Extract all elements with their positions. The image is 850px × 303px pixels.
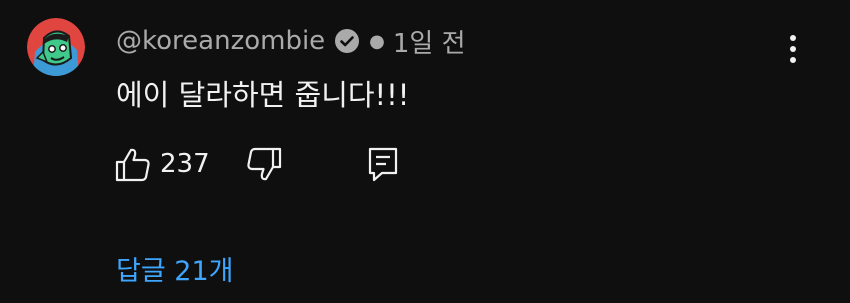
- view-replies-link[interactable]: 답글 21개: [116, 249, 233, 288]
- like-button[interactable]: 237: [114, 145, 214, 183]
- separator-dot: ●: [369, 30, 385, 52]
- comment-reply-icon: [368, 147, 398, 182]
- avatar[interactable]: [27, 18, 85, 76]
- more-vertical-icon: [790, 35, 796, 63]
- comment-text: 에이 달라하면 줍니다!!!: [116, 78, 410, 112]
- reply-button[interactable]: [366, 145, 402, 183]
- thumbs-up-icon: [115, 148, 150, 182]
- author-name[interactable]: @koreanzombie: [116, 26, 325, 56]
- comment-item: @koreanzombie ● 1일 전 에이 달라하면 줍니다!!! 237: [0, 0, 850, 303]
- dislike-button[interactable]: [245, 145, 285, 183]
- thumbs-down-icon: [247, 147, 282, 181]
- verified-check-icon: [334, 28, 360, 54]
- comment-header: @koreanzombie ● 1일 전: [116, 24, 466, 59]
- comment-time: 1일 전: [392, 28, 466, 59]
- like-count: 237: [160, 149, 210, 179]
- zombie-avatar-icon: [27, 18, 85, 76]
- more-options-button[interactable]: [778, 32, 808, 66]
